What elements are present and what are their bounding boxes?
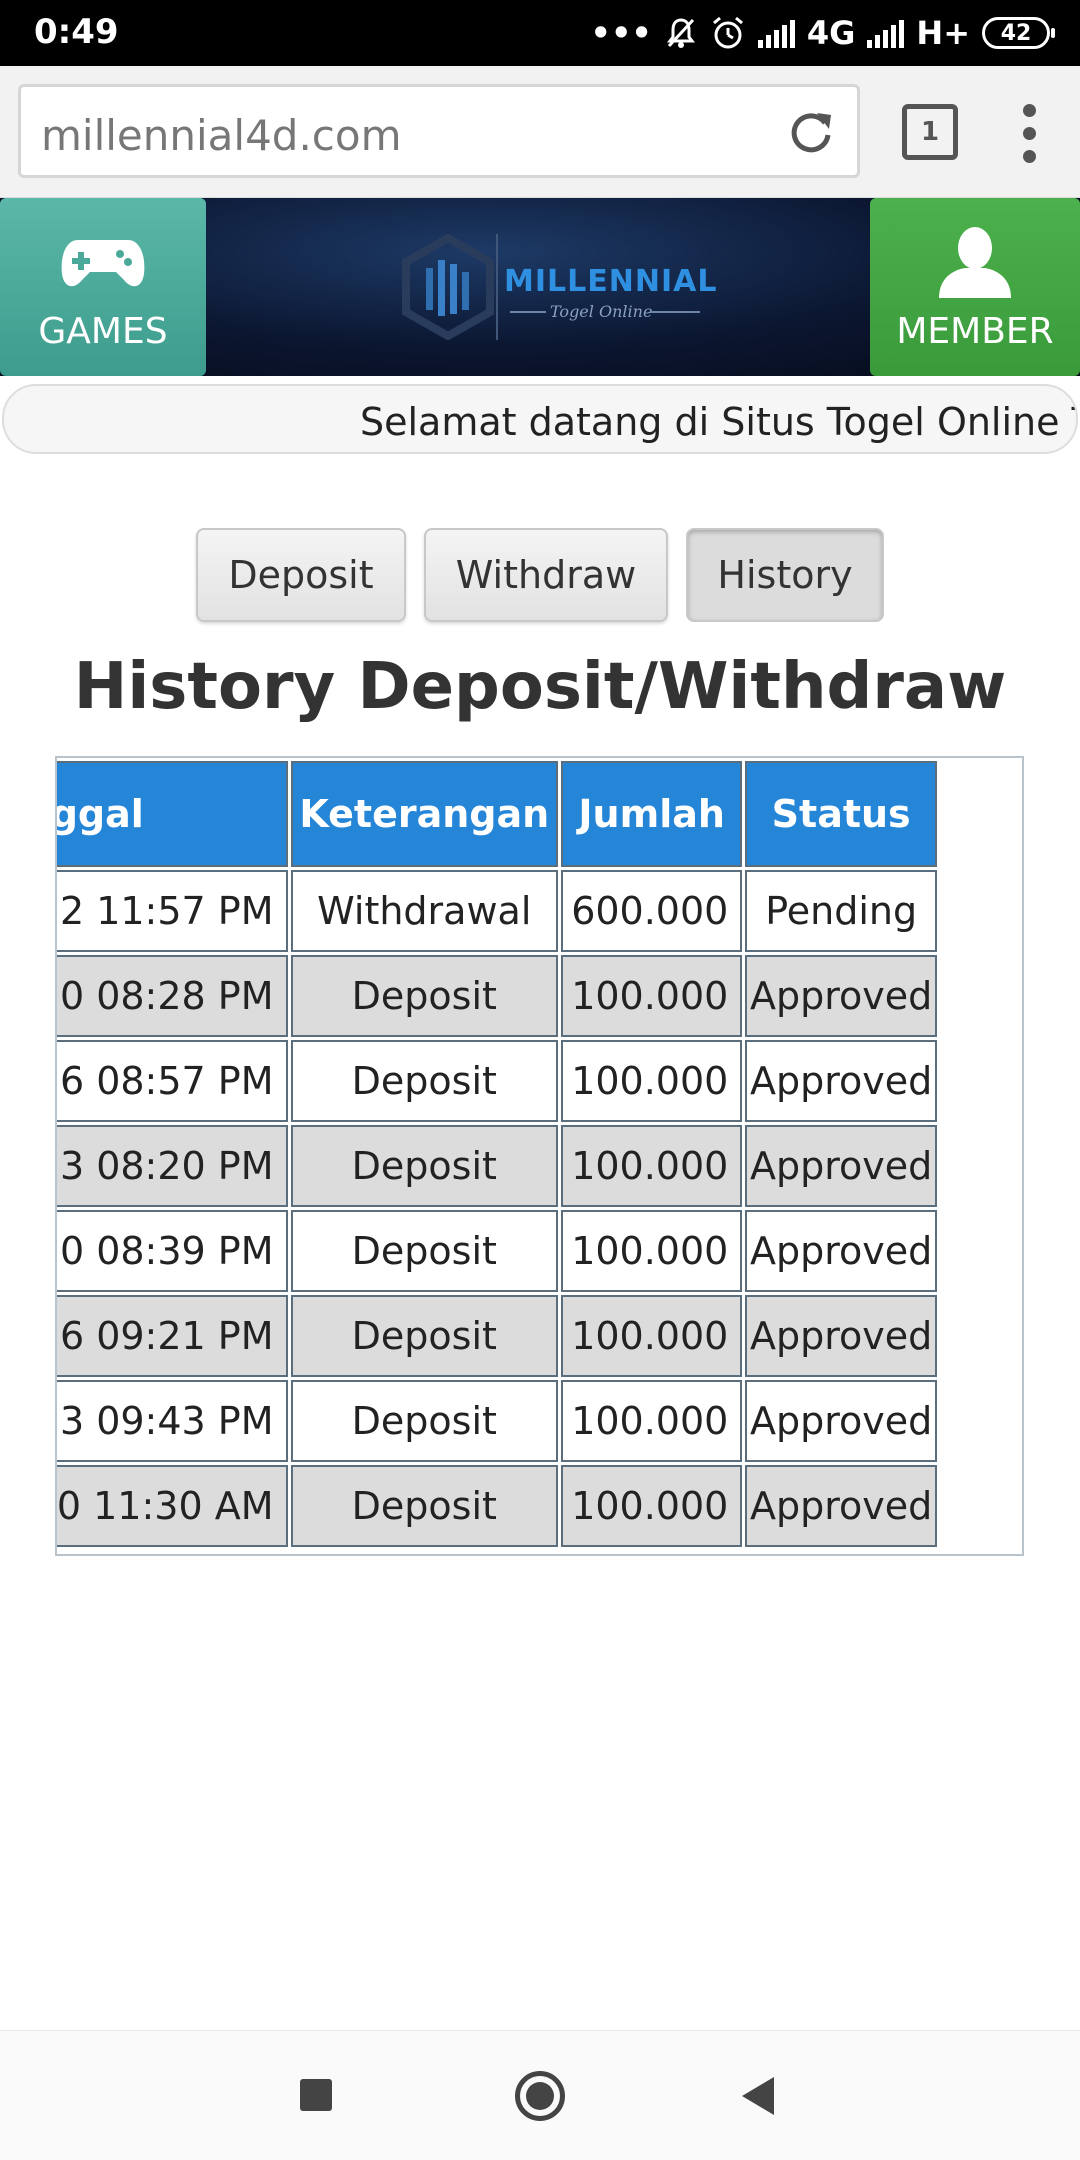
signal-icon <box>867 18 905 48</box>
network-type-2: H+ <box>916 14 970 52</box>
cell-tanggal: 3-10 08:39 PM <box>57 1210 288 1292</box>
tab-withdraw[interactable]: Withdraw <box>424 528 668 622</box>
user-icon <box>939 227 1011 298</box>
cell-status: Approved <box>745 1380 937 1462</box>
home-icon[interactable] <box>515 2071 565 2121</box>
cell-jumlah: 100.000 <box>561 1125 743 1207</box>
cell-tanggal: 3-22 11:57 PM <box>57 870 288 952</box>
cell-jumlah: 100.000 <box>561 1465 743 1547</box>
table-row: 2-10 11:30 AM Deposit 100.000 Approved <box>57 1465 937 1547</box>
cell-keterangan: Deposit <box>290 1295 559 1377</box>
logo-hexagon-icon <box>402 233 494 341</box>
table-row: 2-23 09:43 PM Deposit 100.000 Approved <box>57 1380 937 1462</box>
table-row: 2-26 09:21 PM Deposit 100.000 Approved <box>57 1295 937 1377</box>
cell-tanggal: 2-23 09:43 PM <box>57 1380 288 1462</box>
cell-keterangan: Withdrawal <box>290 870 559 952</box>
cell-jumlah: 100.000 <box>561 1040 743 1122</box>
recent-apps-icon[interactable] <box>300 2079 332 2111</box>
signal-icon <box>757 18 795 48</box>
logo-divider <box>496 234 498 340</box>
address-bar[interactable]: millennial4d.com <box>18 84 860 178</box>
announcement-marquee: Selamat datang di Situs Togel Online Te <box>2 384 1078 454</box>
marquee-text: Selamat datang di Situs Togel Online Te <box>360 400 1078 444</box>
cell-keterangan: Deposit <box>290 1125 559 1207</box>
member-button[interactable]: MEMBER <box>870 198 1080 376</box>
page-title: History Deposit/Withdraw <box>73 650 1007 724</box>
site-header: GAMES MILLENNIAL Togel Online MEMBER <box>0 198 1080 376</box>
cell-status: Approved <box>745 1125 937 1207</box>
col-header-keterangan: Keterangan <box>290 761 559 867</box>
cell-status: Approved <box>745 1295 937 1377</box>
back-icon[interactable] <box>742 2077 774 2115</box>
table-row: 3-10 08:39 PM Deposit 100.000 Approved <box>57 1210 937 1292</box>
tab-count: 1 <box>920 117 940 147</box>
cell-keterangan: Deposit <box>290 1380 559 1462</box>
cell-keterangan: Deposit <box>290 1210 559 1292</box>
reload-icon[interactable] <box>783 105 839 161</box>
cell-keterangan: Deposit <box>290 955 559 1037</box>
network-type-1: 4G <box>806 14 856 52</box>
col-header-status: Status <box>745 761 937 867</box>
tab-deposit[interactable]: Deposit <box>196 528 406 622</box>
tab-switcher-button[interactable]: 1 <box>902 104 958 160</box>
col-header-jumlah: Jumlah <box>561 761 743 867</box>
cell-jumlah: 100.000 <box>561 1380 743 1462</box>
status-bar: 0:49 ••• 4G H+ 42 <box>0 0 1080 66</box>
cell-jumlah: 600.000 <box>561 870 743 952</box>
cell-tanggal: 3-20 08:28 PM <box>57 955 288 1037</box>
overflow-menu-icon[interactable] <box>1010 102 1050 166</box>
logo-tagline: Togel Online <box>550 302 653 321</box>
cell-tanggal: 2-10 11:30 AM <box>57 1465 288 1547</box>
cell-tanggal: 3-13 08:20 PM <box>57 1125 288 1207</box>
history-table: anggal Keterangan Jumlah Status 3-22 11:… <box>57 758 940 1550</box>
cell-tanggal: 2-26 09:21 PM <box>57 1295 288 1377</box>
more-dots-icon: ••• <box>590 14 652 52</box>
history-table-container[interactable]: anggal Keterangan Jumlah Status 3-22 11:… <box>55 756 1024 1556</box>
table-row: 3-16 08:57 PM Deposit 100.000 Approved <box>57 1040 937 1122</box>
cell-status: Approved <box>745 955 937 1037</box>
cell-jumlah: 100.000 <box>561 1295 743 1377</box>
system-nav-bar <box>0 2030 1080 2160</box>
status-icons: ••• 4G H+ 42 <box>590 10 1055 56</box>
col-header-tanggal: anggal <box>57 761 288 867</box>
cell-status: Approved <box>745 1040 937 1122</box>
games-label: GAMES <box>38 311 168 352</box>
cell-jumlah: 100.000 <box>561 955 743 1037</box>
url-text[interactable]: millennial4d.com <box>41 111 402 160</box>
table-row: 3-22 11:57 PM Withdrawal 600.000 Pending <box>57 870 937 952</box>
tab-history[interactable]: History <box>686 528 884 622</box>
cell-status: Approved <box>745 1465 937 1547</box>
cell-tanggal: 3-16 08:57 PM <box>57 1040 288 1122</box>
battery-level: 42 <box>1000 20 1032 46</box>
table-row: 3-13 08:20 PM Deposit 100.000 Approved <box>57 1125 937 1207</box>
logo-rule-right <box>650 311 700 313</box>
cell-keterangan: Deposit <box>290 1465 559 1547</box>
alarm-icon <box>712 16 743 49</box>
cell-jumlah: 100.000 <box>561 1210 743 1292</box>
member-label: MEMBER <box>896 311 1054 352</box>
cell-status: Pending <box>745 870 937 952</box>
table-row: 3-20 08:28 PM Deposit 100.000 Approved <box>57 955 937 1037</box>
games-button[interactable]: GAMES <box>0 198 206 376</box>
gamepad-icon <box>61 240 145 287</box>
status-time: 0:49 <box>34 12 119 52</box>
table-header-row: anggal Keterangan Jumlah Status <box>57 761 937 867</box>
logo-brand: MILLENNIAL <box>504 264 718 299</box>
site-logo[interactable]: MILLENNIAL Togel Online <box>400 233 716 344</box>
browser-toolbar: millennial4d.com 1 <box>0 66 1080 198</box>
logo-rule-left <box>510 311 546 313</box>
battery-icon: 42 <box>982 17 1055 49</box>
cell-keterangan: Deposit <box>290 1040 559 1122</box>
mute-bell-icon <box>666 18 695 48</box>
cell-status: Approved <box>745 1210 937 1292</box>
